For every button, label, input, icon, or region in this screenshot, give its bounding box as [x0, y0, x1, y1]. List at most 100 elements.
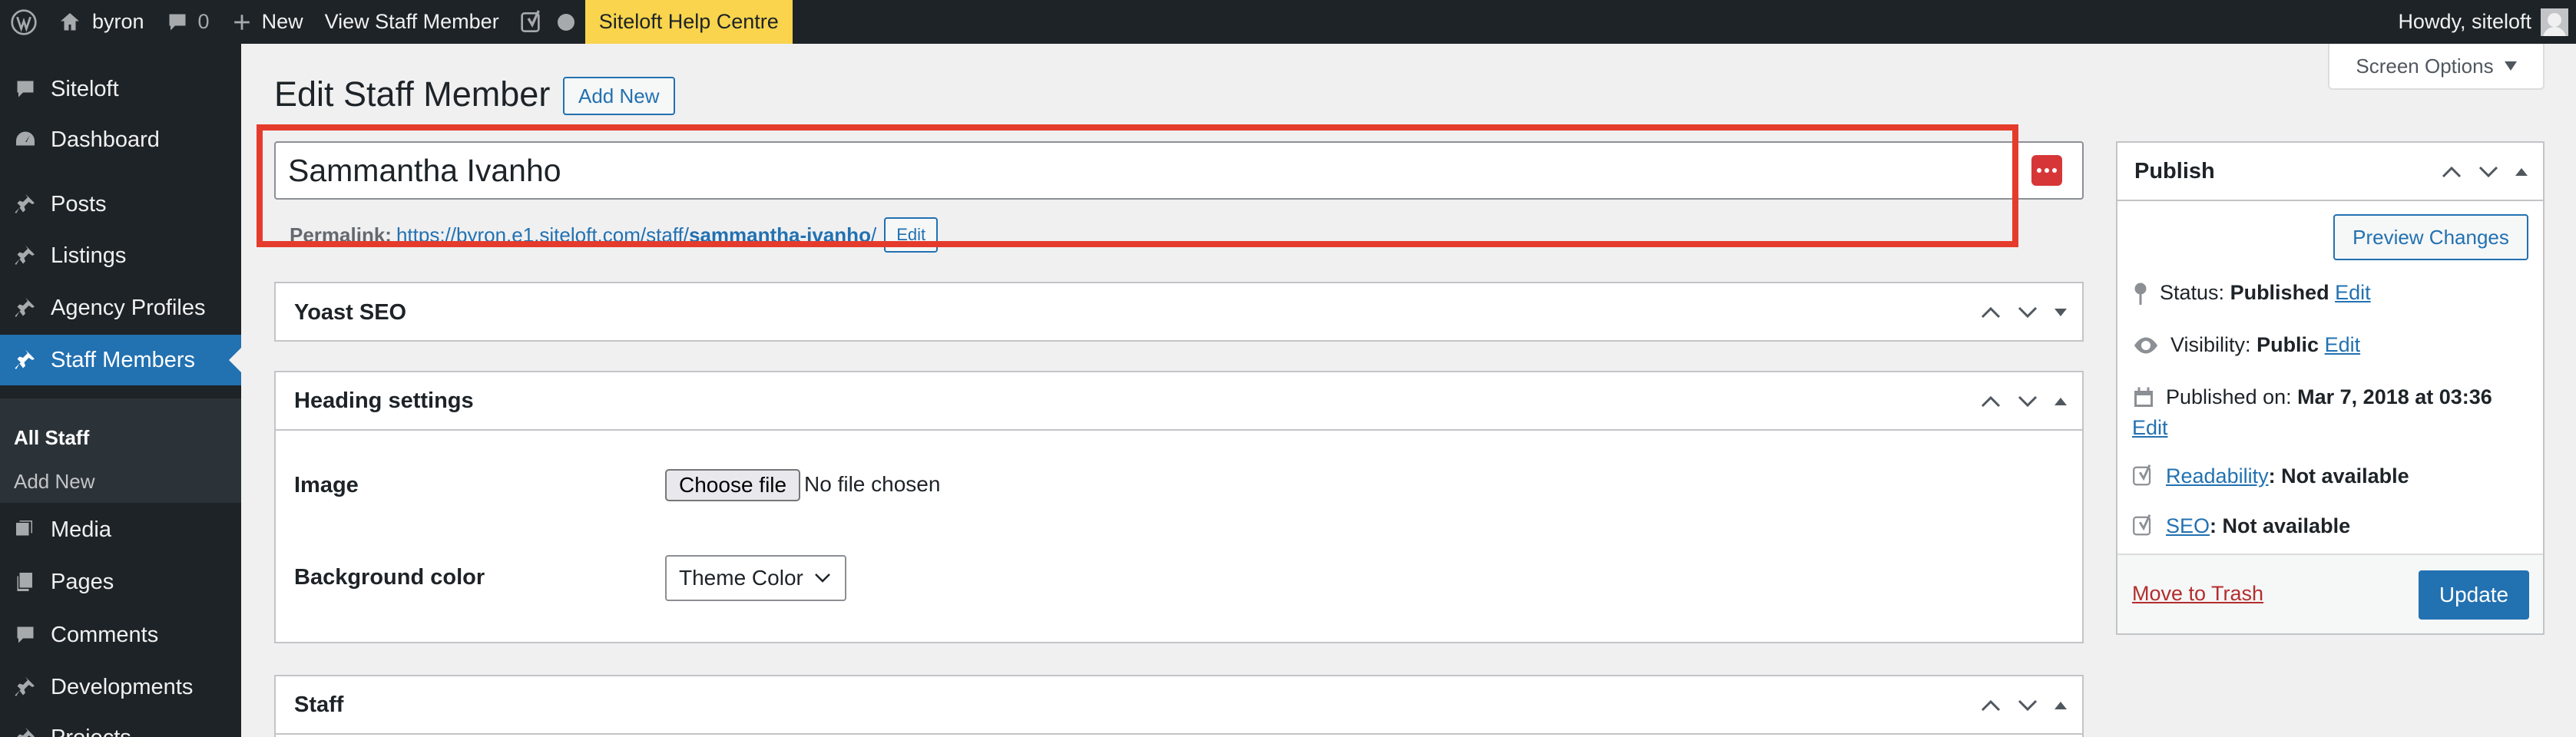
media-icon	[0, 504, 51, 555]
background-color-select[interactable]: Theme Color	[665, 555, 846, 601]
choose-file-button[interactable]: Choose file	[665, 469, 801, 501]
page-title: Edit Staff Member	[274, 74, 551, 114]
box-title: Publish	[2134, 158, 2215, 183]
current-menu-arrow	[229, 348, 241, 372]
site-name: byron	[92, 10, 144, 33]
toggle-panel-icon[interactable]	[2515, 168, 2528, 176]
seo-link[interactable]: SEO	[2166, 514, 2210, 537]
published-edit-link[interactable]: Edit	[2132, 416, 2168, 440]
sidebar-item-agency-profiles[interactable]: Agency Profiles	[0, 283, 241, 333]
update-button[interactable]: Update	[2419, 570, 2529, 620]
eye-icon	[2134, 337, 2157, 353]
chevron-up-icon[interactable]	[1981, 306, 2001, 319]
readability-value: : Not available	[2268, 464, 2409, 487]
pages-icon	[0, 557, 51, 607]
post-title-input[interactable]	[276, 143, 2082, 198]
toggle-panel-icon[interactable]	[2055, 309, 2067, 316]
chevron-up-icon[interactable]	[1981, 395, 2001, 408]
pin-icon	[0, 179, 51, 230]
heading-settings-box: Heading settings	[274, 371, 2084, 643]
comment-icon	[169, 14, 186, 30]
publish-header[interactable]: Publish	[2117, 143, 2543, 201]
seo-value: : Not available	[2210, 514, 2351, 537]
comments-link[interactable]: 0	[155, 0, 220, 44]
sidebar-item-label: Media	[51, 517, 111, 542]
select-value: Theme Color	[679, 566, 803, 590]
permalink-edit-button[interactable]: Edit	[884, 217, 939, 253]
preview-changes-button[interactable]: Preview Changes	[2333, 214, 2528, 260]
heading-settings-header[interactable]: Heading settings	[276, 372, 2082, 431]
new-label: New	[261, 10, 303, 33]
sidebar-item-label: Projects	[51, 725, 131, 737]
submenu-add-new[interactable]: Add New	[14, 470, 95, 494]
sidebar-item-label: Developments	[51, 674, 194, 699]
yoast-menu[interactable]	[510, 0, 585, 44]
box-title: Staff	[294, 692, 344, 717]
chevron-down-icon[interactable]	[2478, 166, 2498, 178]
status-label: Status:	[2160, 281, 2225, 304]
submenu-all-staff[interactable]: All Staff	[14, 426, 89, 450]
sidebar-item-pages[interactable]: Pages	[0, 557, 241, 607]
toggle-panel-icon[interactable]	[2055, 702, 2067, 709]
new-content-link[interactable]: New	[220, 0, 314, 44]
howdy-text: Howdy, siteloft	[2398, 10, 2531, 33]
comments-count: 0	[197, 10, 210, 33]
admin-bar: byron 0 New View Staff Member Siteloft H…	[0, 0, 2576, 44]
yoast-seo-box: Yoast SEO	[274, 282, 2084, 342]
sidebar-item-label: Siteloft	[51, 76, 119, 101]
sidebar-item-media[interactable]: Media	[0, 504, 241, 555]
sidebar-item-listings[interactable]: Listings	[0, 230, 241, 281]
admin-sidebar: Siteloft Dashboard Posts Listings Agency…	[0, 44, 241, 737]
chevron-up-icon[interactable]	[1981, 699, 2001, 712]
staff-box: Staff	[274, 675, 2084, 737]
chevron-down-icon[interactable]	[2018, 395, 2038, 408]
permalink-base: https://byron.e1.siteloft.com/staff/	[396, 223, 689, 246]
yoast-seo-header[interactable]: Yoast SEO	[276, 283, 2082, 342]
yoast-icon	[2133, 464, 2151, 486]
chevron-up-icon[interactable]	[2442, 166, 2462, 178]
pin-icon	[0, 230, 51, 281]
calendar-icon	[2134, 387, 2153, 407]
help-centre-link[interactable]: Siteloft Help Centre	[584, 0, 793, 44]
readability-link[interactable]: Readability	[2166, 464, 2269, 487]
pin-icon	[0, 662, 51, 712]
box-title: Heading settings	[294, 388, 474, 413]
pin-icon	[0, 335, 51, 385]
yoast-icon	[2133, 514, 2151, 536]
site-name-link[interactable]: byron	[48, 0, 155, 44]
screen-options-button[interactable]: Screen Options	[2328, 44, 2545, 90]
add-new-button[interactable]: Add New	[563, 77, 675, 115]
staff-header[interactable]: Staff	[276, 676, 2082, 735]
chevron-down-icon[interactable]	[2018, 699, 2038, 712]
caret-down-icon	[2504, 61, 2517, 71]
move-to-trash-link[interactable]: Move to Trash	[2132, 582, 2263, 606]
visibility-edit-link[interactable]: Edit	[2325, 333, 2361, 356]
permalink-link[interactable]: https://byron.e1.siteloft.com/staff/samm…	[396, 223, 876, 247]
view-label: View Staff Member	[324, 10, 499, 33]
sidebar-item-siteloft[interactable]: Siteloft	[0, 64, 241, 114]
title-field-wrap	[274, 141, 2084, 200]
sidebar-item-posts[interactable]: Posts	[0, 179, 241, 230]
sidebar-item-label: Listings	[51, 243, 127, 268]
sidebar-item-projects[interactable]: Projects	[0, 712, 241, 737]
sidebar-item-staff-members[interactable]: Staff Members	[0, 335, 241, 385]
visibility-label: Visibility:	[2170, 333, 2251, 356]
screen-options-label: Screen Options	[2356, 54, 2494, 78]
pin-icon	[2134, 283, 2147, 305]
visibility-row: Visibility: Public Edit	[2132, 333, 2360, 357]
account-menu[interactable]: Howdy, siteloft	[2398, 8, 2576, 36]
pin-icon	[0, 283, 51, 333]
sidebar-item-dashboard[interactable]: Dashboard	[0, 114, 241, 165]
published-value: Mar 7, 2018 at 03:36	[2297, 385, 2492, 408]
view-staff-member-link[interactable]: View Staff Member	[314, 0, 510, 44]
sidebar-item-comments[interactable]: Comments	[0, 610, 241, 660]
chevron-down-icon[interactable]	[2018, 306, 2038, 319]
pin-icon	[0, 712, 51, 737]
plus-icon	[233, 14, 250, 30]
lastpass-icon[interactable]	[2031, 155, 2062, 186]
sidebar-item-developments[interactable]: Developments	[0, 662, 241, 712]
toggle-panel-icon[interactable]	[2055, 398, 2067, 405]
wordpress-logo-icon[interactable]	[0, 0, 48, 44]
status-value: Published	[2230, 281, 2329, 304]
status-edit-link[interactable]: Edit	[2335, 281, 2371, 304]
